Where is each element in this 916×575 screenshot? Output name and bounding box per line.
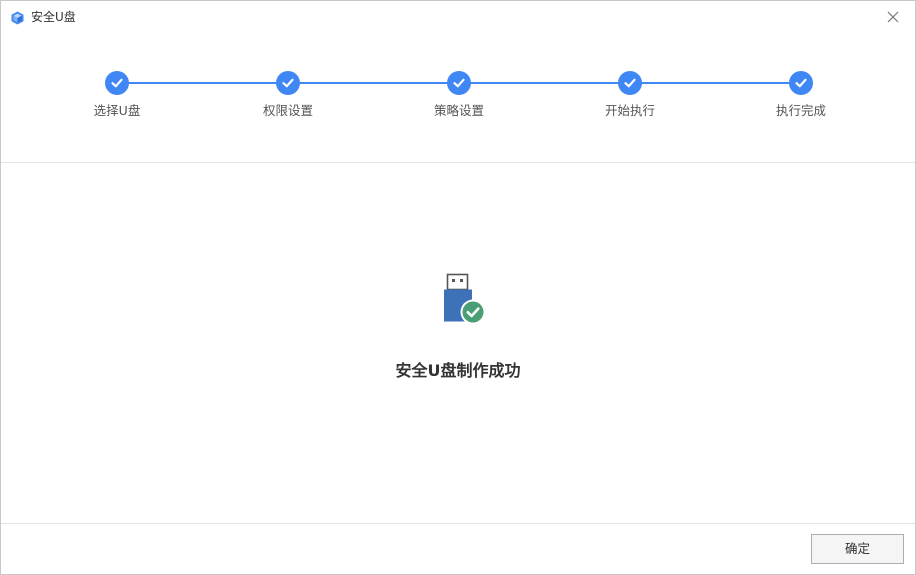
check-icon	[453, 78, 465, 88]
close-icon[interactable]	[883, 7, 903, 27]
step-label: 权限设置	[262, 103, 313, 118]
ok-button[interactable]: 确定	[811, 534, 904, 564]
step-label: 执行完成	[775, 103, 826, 118]
check-icon	[282, 78, 294, 88]
step-policy-settings: 策略设置	[399, 71, 519, 119]
title-bar: 安全U盘	[1, 1, 915, 33]
step-label: 开始执行	[604, 103, 655, 118]
step-label: 策略设置	[433, 103, 484, 118]
success-message: 安全U盘制作成功	[395, 361, 521, 380]
check-icon	[624, 78, 636, 88]
window-title: 安全U盘	[31, 10, 76, 24]
progress-stepper: 选择U盘 权限设置 策略设置 开始执行 执行完成	[1, 33, 915, 162]
usb-success-icon	[441, 273, 487, 325]
step-complete-circle	[618, 71, 642, 95]
result-panel: 安全U盘制作成功	[1, 163, 915, 523]
step-start-execution: 开始执行	[570, 71, 690, 119]
check-icon	[111, 78, 123, 88]
step-permission-settings: 权限设置	[228, 71, 348, 119]
step-complete-circle	[789, 71, 813, 95]
step-label: 选择U盘	[93, 103, 141, 118]
dialog-window: 安全U盘 选择U盘 权限设置 策略设置 开始执行 执行完成 安全U盘制作成功 确…	[0, 0, 916, 575]
step-execution-complete: 执行完成	[741, 71, 861, 119]
check-icon	[795, 78, 807, 88]
cube-icon	[11, 10, 24, 25]
step-select-usb: 选择U盘	[57, 71, 177, 119]
footer-divider	[1, 523, 915, 524]
step-complete-circle	[105, 71, 129, 95]
step-complete-circle	[447, 71, 471, 95]
step-complete-circle	[276, 71, 300, 95]
